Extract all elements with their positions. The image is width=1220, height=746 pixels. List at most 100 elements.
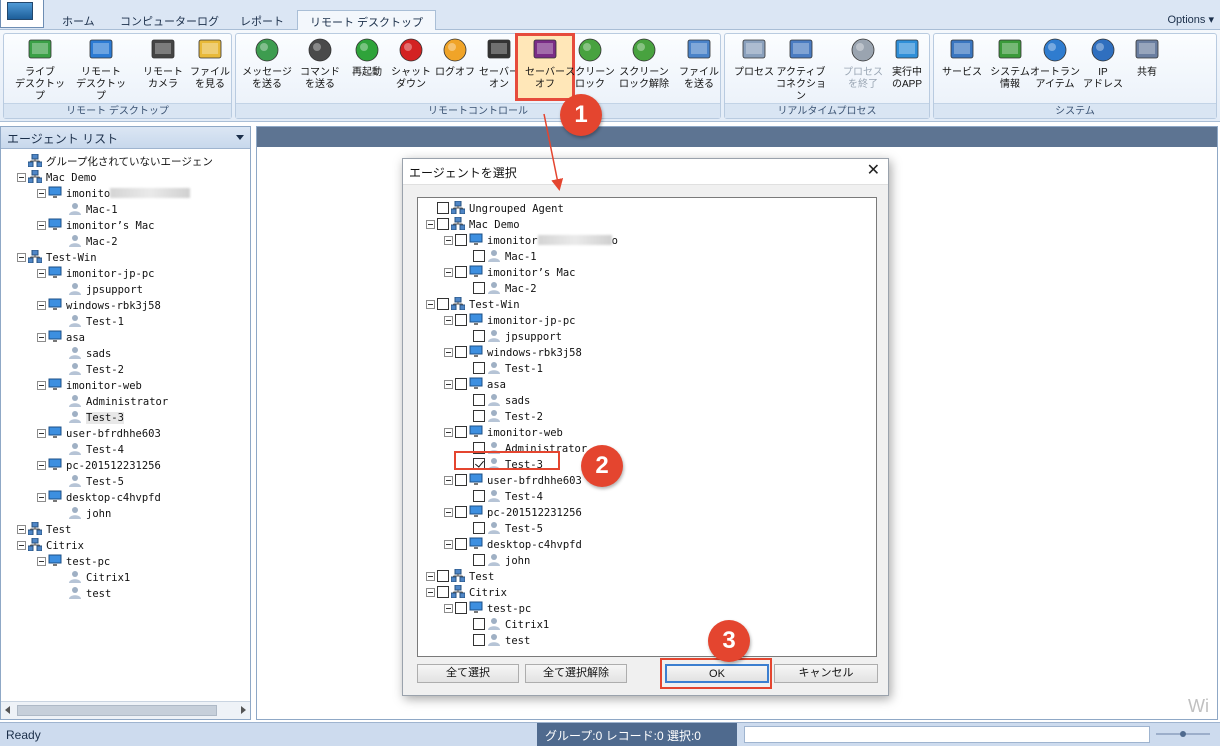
dialog-tree-item-user[interactable]: test [462, 633, 530, 649]
tree-item-computer[interactable]: pc-201512231256 [37, 458, 161, 474]
dialog-tree-item-group[interactable]: Mac Demo [426, 216, 520, 233]
ribbon-button-remote-desktop[interactable]: リモート デスクトップ [74, 36, 128, 102]
dialog-tree-item-user[interactable]: Test-2 [462, 409, 543, 425]
ribbon-button-folder[interactable]: ファイル を見る [183, 36, 237, 98]
tab-computer-log[interactable]: コンピューターログ [108, 10, 231, 30]
ribbon-button-process[interactable]: プロセス [727, 36, 781, 98]
agent-checkbox[interactable] [473, 330, 485, 342]
tree-item-user[interactable]: sads [57, 346, 111, 362]
collapse-toggle-icon[interactable] [426, 220, 435, 229]
collapse-toggle-icon[interactable] [37, 269, 46, 278]
tab-home[interactable]: ホーム [50, 10, 107, 30]
cancel-button[interactable]: キャンセル [774, 664, 878, 683]
agent-checkbox[interactable] [455, 506, 467, 518]
deselect-all-button[interactable]: 全て選択解除 [525, 664, 627, 683]
collapse-toggle-icon[interactable] [444, 604, 453, 613]
close-icon[interactable]: ✕ [867, 162, 880, 180]
collapse-toggle-icon[interactable] [444, 380, 453, 389]
tab-report[interactable]: レポート [228, 10, 296, 30]
collapse-toggle-icon[interactable] [37, 333, 46, 342]
ribbon-button-screen-lock[interactable]: スクリーン ロック [563, 36, 617, 98]
tree-item-group[interactable]: Mac Demo [17, 169, 97, 186]
tree-item-computer[interactable]: windows-rbk3j58 [37, 298, 161, 314]
tree-item-user[interactable]: Test-5 [57, 474, 124, 490]
agent-checkbox[interactable] [455, 602, 467, 614]
agent-checkbox[interactable] [455, 234, 467, 246]
dialog-tree-item-user[interactable]: Test-5 [462, 521, 543, 537]
collapse-toggle-icon[interactable] [17, 541, 26, 550]
tree-item-user[interactable]: Test-2 [57, 362, 124, 378]
agent-checkbox[interactable] [437, 202, 449, 214]
agent-checkbox[interactable] [473, 362, 485, 374]
dialog-tree-item-user[interactable]: Mac-2 [462, 281, 537, 297]
dialog-tree-item-user[interactable]: Test-1 [462, 361, 543, 377]
agent-checkbox[interactable] [473, 282, 485, 294]
collapse-toggle-icon[interactable] [37, 189, 46, 198]
collapse-toggle-icon[interactable] [444, 316, 453, 325]
collapse-toggle-icon[interactable] [444, 508, 453, 517]
tree-item-computer[interactable]: test-pc [37, 554, 110, 570]
scroll-thumb[interactable] [17, 705, 217, 716]
ribbon-button-send-file[interactable]: ファイル を送る [672, 36, 726, 98]
tree-item-group[interactable]: Citrix [17, 537, 84, 554]
horizontal-scrollbar[interactable] [1, 701, 250, 719]
collapse-toggle-icon[interactable] [426, 300, 435, 309]
ribbon-button-network[interactable]: アクティブ コネクション [774, 36, 828, 102]
ribbon-button-share[interactable]: 共有 [1120, 36, 1174, 98]
collapse-toggle-icon[interactable] [37, 429, 46, 438]
tree-item-computer[interactable]: imonitor-jp-pc [37, 266, 155, 282]
tab-remote-desktop[interactable]: リモート デスクトップ [297, 10, 437, 31]
agent-checkbox[interactable] [455, 314, 467, 326]
tree-item-user[interactable]: john [57, 506, 111, 522]
tree-item-group[interactable]: グループ化されていないエージェン [17, 153, 213, 170]
collapse-toggle-icon[interactable] [17, 173, 26, 182]
tree-item-user[interactable]: Test-4 [57, 442, 124, 458]
collapse-toggle-icon[interactable] [37, 557, 46, 566]
collapse-toggle-icon[interactable] [37, 461, 46, 470]
dialog-tree-item-computer[interactable]: test-pc [444, 601, 531, 617]
ribbon-button-webcam[interactable]: リモート カメラ [136, 36, 190, 98]
ribbon-button-services[interactable]: サービス [935, 36, 989, 98]
collapse-toggle-icon[interactable] [17, 525, 26, 534]
dialog-tree-item-user[interactable]: Mac-1 [462, 249, 537, 265]
scroll-left-icon[interactable] [5, 706, 10, 714]
collapse-toggle-icon[interactable] [426, 572, 435, 581]
dialog-tree-item-computer[interactable]: asa [444, 377, 506, 393]
dialog-tree-item-user[interactable]: john [462, 553, 530, 569]
collapse-toggle-icon[interactable] [444, 476, 453, 485]
agent-checkbox[interactable] [473, 394, 485, 406]
dialog-tree-item-computer[interactable]: imonitor o [444, 233, 618, 249]
agent-checkbox[interactable] [473, 250, 485, 262]
tree-item-user[interactable]: Mac-2 [57, 234, 118, 250]
dialog-tree-item-group[interactable]: Citrix [426, 584, 507, 601]
collapse-toggle-icon[interactable] [444, 268, 453, 277]
dialog-tree-item-computer[interactable]: imonitor’s Mac [444, 265, 576, 281]
agent-checkbox[interactable] [473, 410, 485, 422]
dialog-tree-item-group[interactable]: Test [426, 568, 494, 585]
dialog-tree-item-computer[interactable]: imonitor-web [444, 425, 563, 441]
tree-item-computer[interactable]: imonito [37, 186, 191, 202]
scroll-right-icon[interactable] [241, 706, 246, 714]
collapse-toggle-icon[interactable] [37, 381, 46, 390]
agent-checkbox[interactable] [473, 618, 485, 630]
options-menu[interactable]: Options ▾ [1167, 13, 1214, 26]
collapse-toggle-icon[interactable] [444, 348, 453, 357]
agent-checkbox[interactable] [455, 266, 467, 278]
dialog-tree-item-computer[interactable]: windows-rbk3j58 [444, 345, 582, 361]
collapse-toggle-icon[interactable] [37, 493, 46, 502]
dialog-tree-item-computer[interactable]: pc-201512231256 [444, 505, 582, 521]
collapse-toggle-icon[interactable] [17, 253, 26, 262]
ribbon-button-apps[interactable]: 実行中 のAPP [880, 36, 934, 98]
agent-checkbox[interactable] [473, 522, 485, 534]
agent-checkbox[interactable] [473, 490, 485, 502]
agent-checkbox[interactable] [437, 586, 449, 598]
agent-checkbox[interactable] [437, 570, 449, 582]
dialog-tree-item-computer[interactable]: desktop-c4hvpfd [444, 537, 582, 553]
collapse-toggle-icon[interactable] [37, 301, 46, 310]
agent-list-header[interactable]: エージェント リスト [1, 127, 250, 149]
tree-item-computer[interactable]: asa [37, 330, 85, 346]
tree-item-group[interactable]: Test-Win [17, 249, 97, 266]
agent-checkbox[interactable] [455, 426, 467, 438]
dialog-tree-item-group[interactable]: Test-Win [426, 296, 520, 313]
collapse-toggle-icon[interactable] [444, 236, 453, 245]
